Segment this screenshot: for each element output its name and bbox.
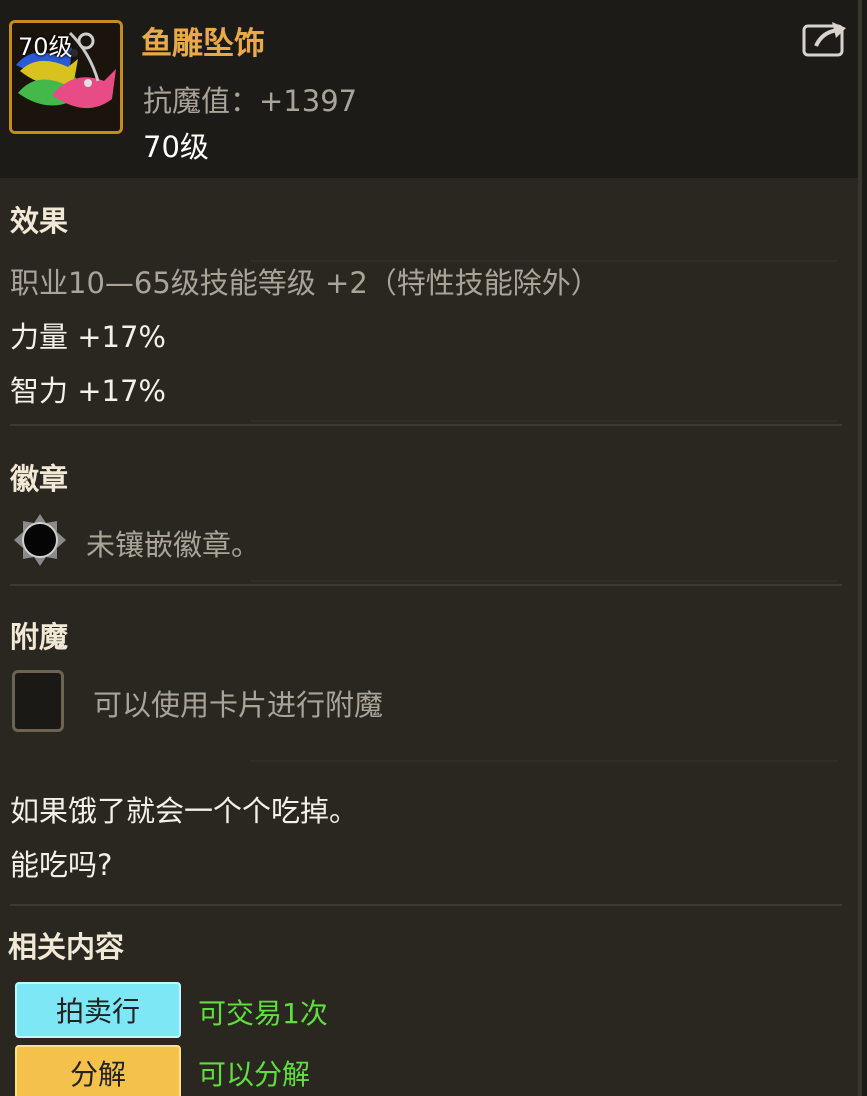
auction-button[interactable]: 拍卖行 xyxy=(15,982,181,1038)
share-button[interactable] xyxy=(802,20,848,58)
effect-line-2: 力量 +17% xyxy=(10,320,166,354)
effect-title: 效果 xyxy=(10,204,69,238)
divider xyxy=(10,424,842,426)
item-icon[interactable]: 70级 xyxy=(9,20,123,134)
item-stat: 抗魔值：+1397 xyxy=(143,84,358,118)
enchant-card-slot[interactable] xyxy=(12,670,64,732)
flavor-line-1: 如果饿了就会一个个吃掉。 xyxy=(10,794,359,828)
badge-status: 未镶嵌徽章。 xyxy=(86,528,261,562)
item-tooltip: 70级 鱼雕坠饰 抗魔值：+1397 70级 效果 职业10—65级技能等级 +… xyxy=(0,0,862,1096)
enchant-text: 可以使用卡片进行附魔 xyxy=(93,688,384,722)
related-title: 相关内容 xyxy=(8,930,125,964)
divider xyxy=(10,904,842,906)
effect-line-1: 职业10—65级技能等级 +2（特性技能除外） xyxy=(10,266,600,300)
effect-line-3: 智力 +17% xyxy=(10,374,166,408)
dismantle-note: 可以分解 xyxy=(198,1058,311,1091)
item-name: 鱼雕坠饰 xyxy=(141,26,265,62)
divider xyxy=(10,584,842,586)
item-level: 70级 xyxy=(143,130,209,164)
flavor-line-2: 能吃吗? xyxy=(10,848,113,882)
enchant-title: 附魔 xyxy=(10,620,69,654)
icon-level-label: 70级 xyxy=(18,33,73,61)
tooltip-header: 70级 鱼雕坠饰 抗魔值：+1397 70级 xyxy=(0,0,858,178)
auction-note: 可交易1次 xyxy=(198,997,328,1030)
badge-title: 徽章 xyxy=(10,462,69,496)
dismantle-button[interactable]: 分解 xyxy=(15,1045,181,1096)
share-icon xyxy=(802,22,846,57)
badge-socket-icon[interactable] xyxy=(13,513,67,567)
